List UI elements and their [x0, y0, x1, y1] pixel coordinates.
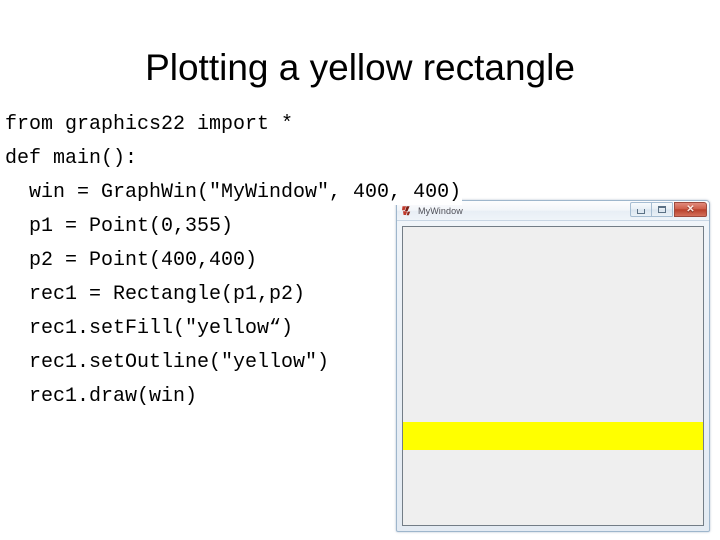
code-line-text: def main():	[5, 147, 138, 170]
code-line-text: rec1.setFill("yellow“)	[5, 317, 294, 340]
code-line: win = GraphWin("MyWindow", 400, 400)	[0, 176, 720, 210]
code-line: p2 = Point(400,400)	[0, 244, 720, 278]
code-line: from graphics22 import *	[0, 108, 720, 142]
code-line: rec1.setFill("yellow“)	[0, 312, 720, 346]
code-line: rec1.draw(win)	[0, 380, 720, 414]
code-line: rec1 = Rectangle(p1,p2)	[0, 278, 720, 312]
code-line: rec1.setOutline("yellow")	[0, 346, 720, 380]
code-line: def main():	[0, 142, 720, 176]
page-title: Plotting a yellow rectangle	[145, 47, 575, 88]
yellow-rectangle-shape	[403, 422, 703, 450]
code-line-text: rec1.setOutline("yellow")	[5, 351, 330, 374]
code-line-text: from graphics22 import *	[5, 113, 294, 136]
code-line-text: rec1 = Rectangle(p1,p2)	[5, 283, 306, 306]
code-line-text: rec1.draw(win)	[5, 385, 198, 408]
code-line: p1 = Point(0,355)	[0, 210, 720, 244]
code-line-text: p2 = Point(400,400)	[5, 249, 258, 272]
code-line-text: p1 = Point(0,355)	[5, 215, 234, 238]
code-listing: from graphics22 import * def main(): win …	[0, 108, 720, 414]
code-line-text: win = GraphWin("MyWindow", 400, 400)	[5, 181, 462, 204]
slide-canvas: MyWindow ✕ Plotting a yellow rectangle f…	[0, 0, 720, 540]
